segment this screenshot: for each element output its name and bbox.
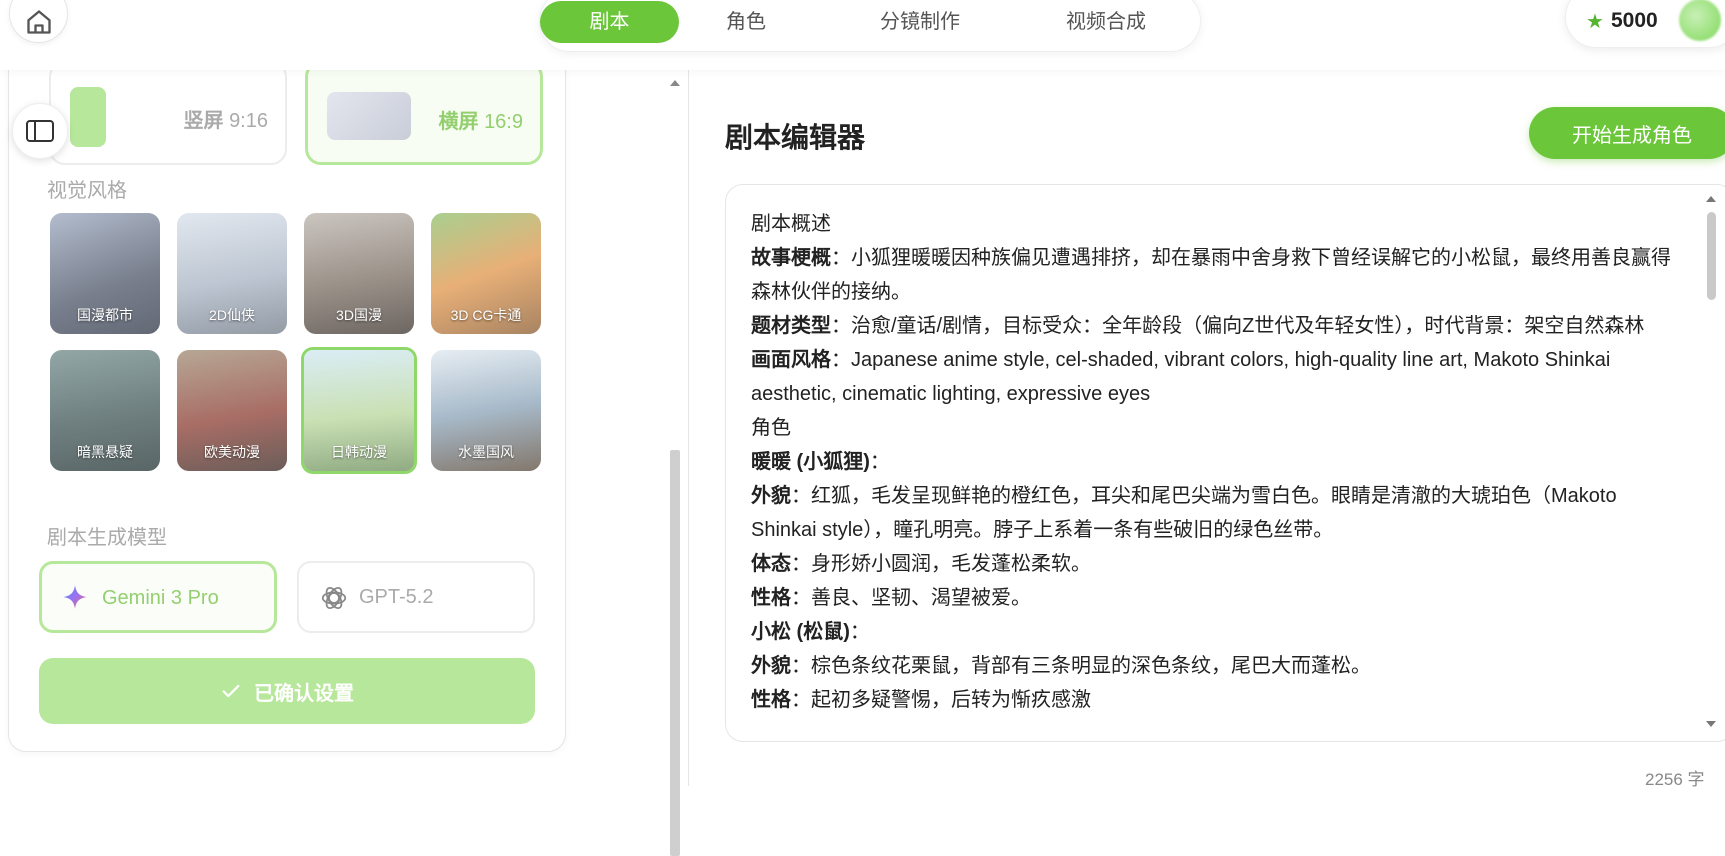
script-line-text: 剧本概述 [751, 213, 831, 235]
script-line: 外貌：红狐，毛发呈现鲜艳的橙红色，耳尖和尾巴尖端为雪白色。眼睛是清澈的大琥珀色（… [751, 479, 1671, 547]
ratio-value: 16:9 [484, 111, 523, 133]
style-option[interactable]: 暗黑悬疑 [50, 350, 160, 471]
script-text[interactable]: 剧本概述故事梗概：小狐狸暖暖因种族偏见遭遇排挤，却在暴雨中舍身救下曾经误解它的小… [751, 207, 1671, 717]
script-line-key: 小松 (松鼠) [751, 621, 850, 643]
style-label: 水墨国风 [458, 444, 514, 460]
script-line: 题材类型：治愈/童话/剧情，目标受众：全年龄段（偏向Z世代及年轻女性），时代背景… [751, 309, 1671, 343]
script-line-text: ：身形娇小圆润，毛发蓬松柔软。 [791, 553, 1091, 575]
credits-badge[interactable]: ★ 5000 [1565, 0, 1725, 48]
scrollbar-thumb[interactable] [670, 450, 680, 856]
settings-panel: 竖屏 9:16 横屏 16:9 视觉风格 国漫都市 2D仙侠 3D国漫 3D C… [8, 60, 566, 752]
script-line-text: ：Japanese anime style, cel-shaded, vibra… [751, 349, 1611, 405]
model-name: GPT-5.2 [359, 586, 434, 608]
style-option[interactable]: 水墨国风 [431, 350, 541, 471]
top-nav-bar: 剧本 角色 分镜制作 视频合成 ★ 5000 [0, 0, 1725, 70]
sidebar-icon [26, 120, 54, 142]
script-line: 性格：善良、坚韧、渴望被爱。 [751, 581, 1671, 615]
settings-scrollbar[interactable] [668, 70, 682, 856]
script-line-text: 角色 [751, 417, 791, 439]
style-option[interactable]: 3D国漫 [304, 213, 414, 334]
script-line-key: 暖暖 (小狐狸) [751, 451, 870, 473]
tab-characters[interactable]: 角色 [686, 1, 806, 43]
ratio-value: 9:16 [229, 110, 268, 132]
script-line: 剧本概述 [751, 207, 1671, 241]
tab-video-compose[interactable]: 视频合成 [1031, 1, 1181, 43]
script-line-key: 故事梗概 [751, 247, 831, 269]
ratio-name: 横屏 [438, 111, 479, 133]
style-option-selected[interactable]: 日韩动漫 [301, 347, 417, 474]
script-line: 画面风格：Japanese anime style, cel-shaded, v… [751, 343, 1671, 411]
style-option[interactable]: 国漫都市 [50, 213, 160, 334]
model-option-gpt[interactable]: GPT-5.2 [297, 561, 535, 633]
script-line-text: ：治愈/童话/剧情，目标受众：全年龄段（偏向Z世代及年轻女性），时代背景：架空自… [831, 315, 1645, 337]
script-line: 性格：起初多疑警惕，后转为惭疚感激 [751, 683, 1671, 717]
script-line-key: 外貌 [751, 485, 791, 507]
home-icon [26, 9, 51, 34]
script-line: 体态：身形娇小圆润，毛发蓬松柔软。 [751, 547, 1671, 581]
scroll-down-icon[interactable] [1706, 721, 1716, 727]
style-option[interactable]: 3D CG卡通 [431, 213, 541, 334]
style-label: 2D仙侠 [209, 307, 255, 323]
script-line-text: ：红狐，毛发呈现鲜艳的橙红色，耳尖和尾巴尖端为雪白色。眼睛是清澈的大琥珀色（Ma… [751, 485, 1617, 541]
script-line-key: 体态 [751, 553, 791, 575]
script-line-key: 外貌 [751, 655, 791, 677]
script-line: 故事梗概：小狐狸暖暖因种族偏见遭遇排挤，却在暴雨中舍身救下曾经误解它的小松鼠，最… [751, 241, 1671, 309]
editor-scrollbar[interactable] [1704, 190, 1718, 735]
tab-storyboard[interactable]: 分镜制作 [845, 1, 995, 43]
style-label: 3D CG卡通 [450, 307, 522, 323]
generate-characters-button[interactable]: 开始生成角色 [1529, 107, 1725, 159]
script-line: 小松 (松鼠)： [751, 615, 1671, 649]
visual-style-label: 视觉风格 [47, 180, 127, 202]
script-line-text: ：善良、坚韧、渴望被爱。 [791, 587, 1031, 609]
scrollbar-thumb[interactable] [1707, 212, 1716, 300]
check-icon [222, 684, 240, 698]
star-icon: ★ [1586, 11, 1604, 33]
script-line: 角色 [751, 411, 1671, 445]
confirm-label: 已确认设置 [254, 682, 354, 705]
script-editor[interactable]: 剧本概述故事梗概：小狐狸暖暖因种族偏见遭遇排挤，却在暴雨中舍身救下曾经误解它的小… [725, 184, 1725, 742]
script-line-text: ：起初多疑警惕，后转为惭疚感激 [791, 689, 1091, 711]
style-label: 3D国漫 [336, 307, 382, 323]
model-option-gemini[interactable]: Gemini 3 Pro [39, 561, 277, 633]
script-line-text: ： [869, 451, 890, 473]
confirm-settings-button[interactable]: 已确认设置 [39, 658, 535, 724]
script-line: 暖暖 (小狐狸)： [751, 445, 1671, 479]
style-label: 国漫都市 [77, 307, 133, 323]
gemini-sparkle-icon [63, 585, 87, 609]
portrait-thumbnail [70, 87, 106, 147]
ratio-option-portrait[interactable]: 竖屏 9:16 [49, 61, 287, 165]
script-line-key: 性格 [751, 689, 791, 711]
script-line-text: ： [849, 621, 870, 643]
style-label: 欧美动漫 [204, 444, 260, 460]
character-count: 2256 字 [1645, 770, 1705, 789]
credits-count: 5000 [1611, 9, 1658, 32]
script-line-key: 画面风格 [751, 349, 831, 371]
script-line-text: ：小狐狸暖暖因种族偏见遭遇排挤，却在暴雨中舍身救下曾经误解它的小松鼠，最终用善良… [751, 247, 1671, 303]
ratio-option-landscape[interactable]: 横屏 16:9 [305, 61, 543, 165]
script-line: 外貌：棕色条纹花栗鼠，背部有三条明显的深色条纹，尾巴大而蓬松。 [751, 649, 1671, 683]
scroll-up-icon[interactable] [670, 80, 680, 86]
home-button[interactable] [9, 0, 68, 43]
model-label: 剧本生成模型 [47, 527, 167, 549]
landscape-thumbnail [327, 92, 411, 140]
workflow-tabs: 剧本 角色 分镜制作 视频合成 [539, 0, 1201, 52]
style-label: 日韩动漫 [331, 444, 387, 460]
sidebar-toggle-button[interactable] [12, 103, 68, 159]
script-line-text: ：棕色条纹花栗鼠，背部有三条明显的深色条纹，尾巴大而蓬松。 [791, 655, 1371, 677]
script-line-key: 题材类型 [751, 315, 831, 337]
panel-divider [688, 70, 689, 786]
editor-title: 剧本编辑器 [725, 122, 866, 153]
scroll-up-icon[interactable] [1706, 196, 1716, 202]
ratio-name: 竖屏 [183, 110, 224, 132]
style-option[interactable]: 2D仙侠 [177, 213, 287, 334]
style-option[interactable]: 欧美动漫 [177, 350, 287, 471]
model-name: Gemini 3 Pro [102, 587, 219, 609]
avatar[interactable] [1679, 0, 1721, 41]
style-label: 暗黑悬疑 [77, 444, 133, 460]
script-line-key: 性格 [751, 587, 791, 609]
openai-icon [321, 586, 347, 610]
tab-script[interactable]: 剧本 [540, 1, 679, 43]
